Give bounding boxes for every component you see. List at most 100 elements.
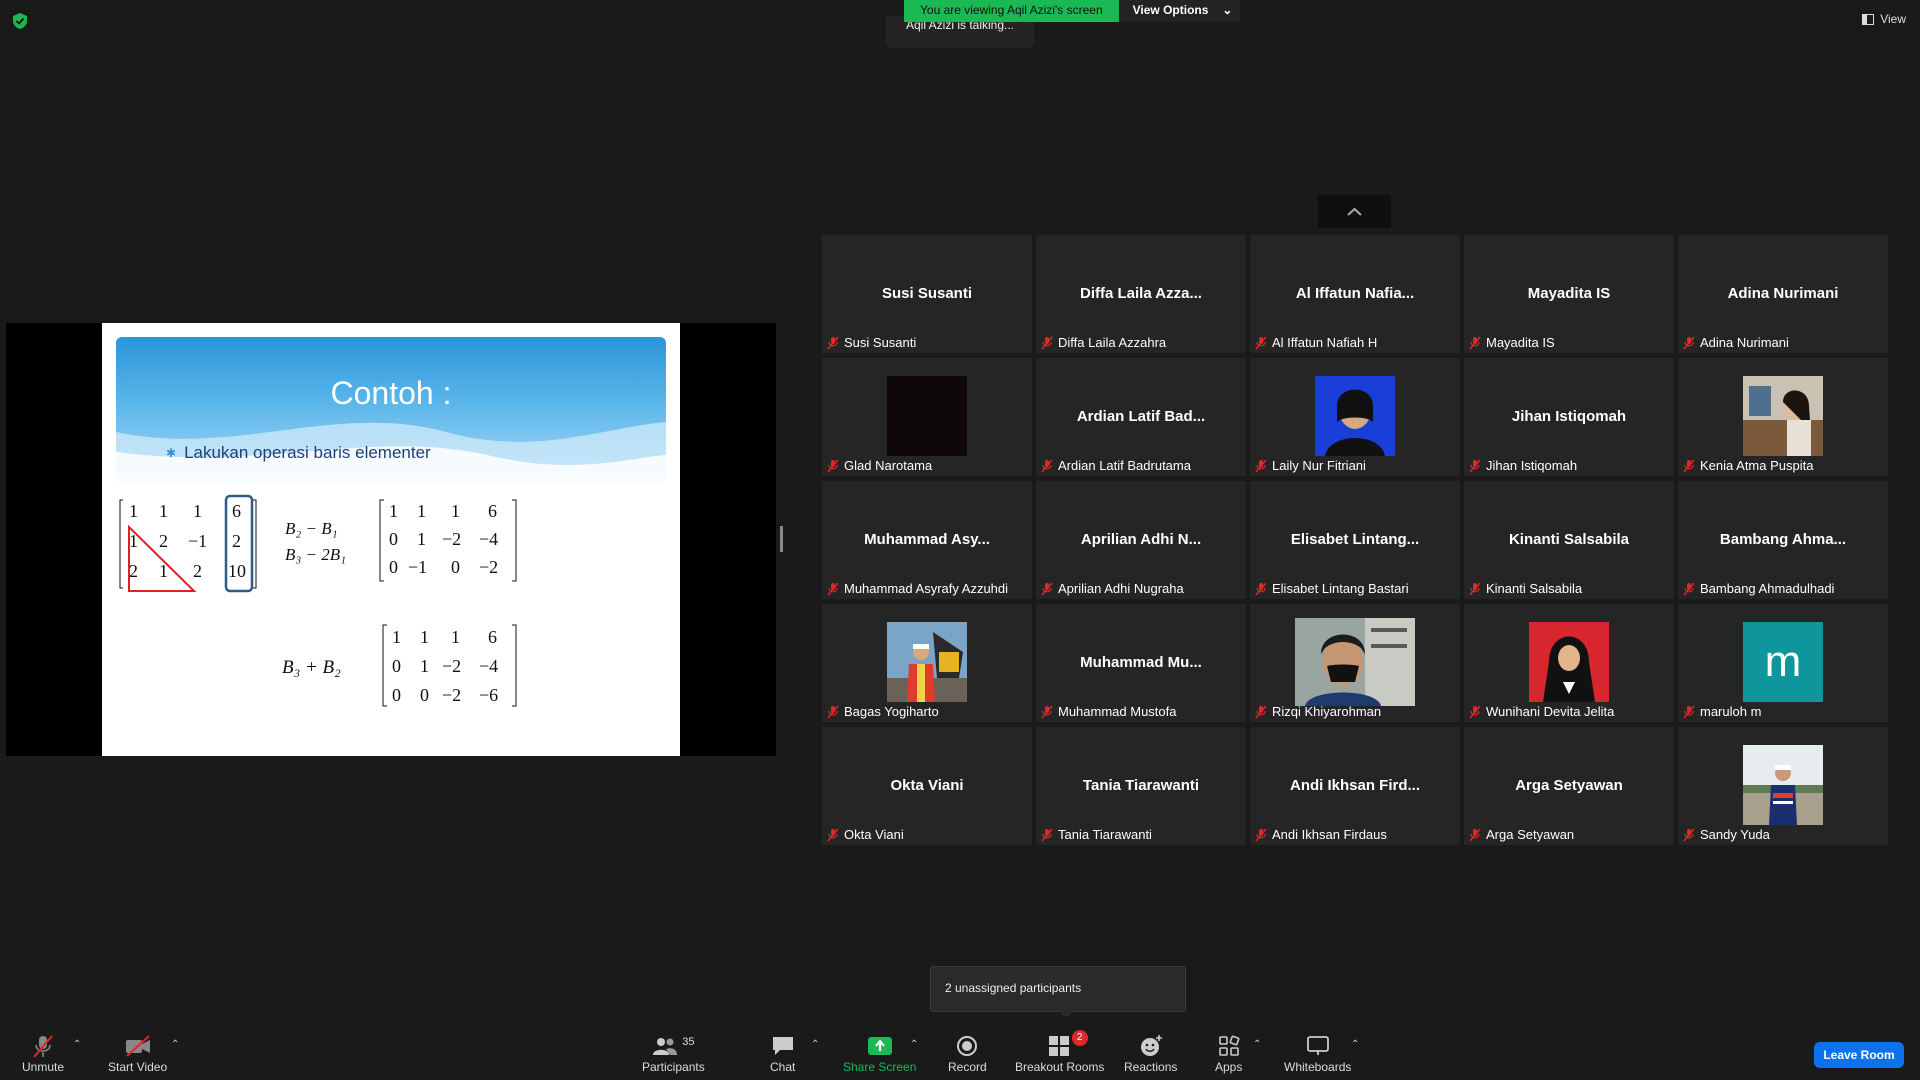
- participant-caption-name: Tania Tiarawanti: [1058, 827, 1152, 842]
- participant-tile[interactable]: Muhammad Asy... Muhammad Asyrafy Azzuhdi: [822, 481, 1032, 599]
- breakout-rooms-button[interactable]: 2 Breakout Rooms: [1015, 1030, 1105, 1074]
- muted-mic-icon: [1255, 828, 1267, 841]
- participants-button[interactable]: 35 Participants: [642, 1032, 705, 1074]
- svg-text:B₂ − B₁: B₂ − B₁: [285, 519, 338, 538]
- participant-caption-name: Rizqi Khiyarohman: [1272, 704, 1382, 719]
- audio-options-caret-icon[interactable]: ⌃: [73, 1039, 81, 1050]
- participant-tile[interactable]: Kinanti Salsabila Kinanti Salsabila: [1464, 481, 1674, 599]
- leave-room-button[interactable]: Leave Room: [1814, 1042, 1904, 1068]
- participant-caption: Muhammad Asyrafy Azzuhdi: [826, 581, 1008, 596]
- svg-text:0: 0: [451, 557, 460, 577]
- participant-tile[interactable]: Bambang Ahma... Bambang Ahmadulhadi: [1678, 481, 1888, 599]
- participant-tile[interactable]: Laily Nur Fitriani: [1250, 358, 1460, 476]
- grid-view-icon: [1862, 13, 1875, 25]
- participants-icon: [653, 1038, 678, 1055]
- muted-mic-icon: [1683, 336, 1695, 349]
- record-button[interactable]: Record: [948, 1032, 987, 1074]
- participant-caption: Muhammad Mustofa: [1040, 704, 1177, 719]
- unmute-button[interactable]: Unmute: [22, 1032, 64, 1074]
- participant-display-name: Elisabet Lintang...: [1290, 531, 1420, 548]
- participant-caption-name: Muhammad Mustofa: [1058, 704, 1177, 719]
- splitter-handle[interactable]: [780, 526, 783, 552]
- view-options-label: View Options: [1132, 3, 1209, 17]
- participant-tile[interactable]: Susi Susanti Susi Susanti: [822, 235, 1032, 353]
- breakout-rooms-icon: [1048, 1036, 1069, 1056]
- participant-caption-name: Wunihani Devita Jelita: [1486, 704, 1615, 719]
- view-options-button[interactable]: View Options ⌄: [1118, 0, 1241, 22]
- participant-tile[interactable]: Glad Narotama: [822, 358, 1032, 476]
- participant-caption: Sandy Yuda: [1682, 827, 1770, 842]
- participant-tile[interactable]: Ardian Latif Bad... Ardian Latif Badrutam…: [1036, 358, 1246, 476]
- participant-tile[interactable]: Okta Viani Okta Viani: [822, 727, 1032, 845]
- view-button-label: View: [1880, 12, 1906, 26]
- muted-mic-icon: [1683, 459, 1695, 472]
- svg-text:0: 0: [420, 685, 429, 705]
- share-options-caret-icon[interactable]: ⌃: [910, 1039, 918, 1050]
- participant-avatar: m: [1743, 622, 1823, 702]
- participant-tile[interactable]: Elisabet Lintang... Elisabet Lintang Bast…: [1250, 481, 1460, 599]
- participant-video: [1743, 376, 1823, 456]
- share-screen-button[interactable]: Share Screen: [843, 1032, 916, 1074]
- svg-text:6: 6: [232, 501, 241, 521]
- participant-caption-name: Kinanti Salsabila: [1486, 581, 1583, 596]
- reactions-button[interactable]: Reactions: [1124, 1032, 1177, 1074]
- participant-caption-name: maruloh m: [1700, 704, 1762, 719]
- participant-tile[interactable]: m maruloh m: [1678, 604, 1888, 722]
- gallery-page-up-button[interactable]: [1318, 195, 1391, 228]
- participant-tile[interactable]: Arga Setyawan Arga Setyawan: [1464, 727, 1674, 845]
- muted-mic-icon: [1255, 582, 1267, 595]
- participant-display-name: Aprilian Adhi N...: [1080, 531, 1202, 548]
- participant-tile[interactable]: Sandy Yuda: [1678, 727, 1888, 845]
- muted-mic-icon: [827, 582, 839, 595]
- participant-caption-name: Ardian Latif Badrutama: [1058, 458, 1191, 473]
- video-options-caret-icon[interactable]: ⌃: [171, 1039, 179, 1050]
- participant-display-name: Okta Viani: [890, 777, 964, 794]
- svg-text:−1: −1: [408, 557, 427, 577]
- participant-caption: Diffa Laila Azzahra: [1040, 335, 1166, 350]
- participant-tile[interactable]: Tania Tiarawanti Tania Tiarawanti: [1036, 727, 1246, 845]
- view-button[interactable]: View: [1862, 12, 1906, 26]
- whiteboards-button[interactable]: Whiteboards: [1284, 1032, 1351, 1074]
- participant-display-name: Bambang Ahma...: [1719, 531, 1847, 548]
- breakout-rooms-label: Breakout Rooms: [1015, 1060, 1105, 1074]
- participant-tile[interactable]: Muhammad Mu... Muhammad Mustofa: [1036, 604, 1246, 722]
- muted-mic-icon: [1683, 828, 1695, 841]
- participant-caption: Rizqi Khiyarohman: [1254, 704, 1381, 719]
- svg-text:1: 1: [129, 501, 138, 521]
- unassigned-tooltip-text: 2 unassigned participants: [945, 981, 1082, 995]
- participant-tile[interactable]: Mayadita IS Mayadita IS: [1464, 235, 1674, 353]
- svg-text:−2: −2: [442, 685, 461, 705]
- svg-text:0: 0: [392, 656, 401, 676]
- participant-caption: Kenia Atma Puspita: [1682, 458, 1813, 473]
- participant-tile[interactable]: Bagas Yogiharto: [822, 604, 1032, 722]
- participant-tile[interactable]: Aprilian Adhi N... Aprilian Adhi Nugraha: [1036, 481, 1246, 599]
- chat-options-caret-icon[interactable]: ⌃: [811, 1039, 819, 1050]
- record-icon: [957, 1036, 978, 1056]
- encryption-shield-icon[interactable]: [12, 12, 28, 30]
- participant-tile[interactable]: Wunihani Devita Jelita: [1464, 604, 1674, 722]
- participant-caption-name: Glad Narotama: [844, 458, 933, 473]
- participant-tile[interactable]: Jihan Istiqomah Jihan Istiqomah: [1464, 358, 1674, 476]
- participant-display-name: Muhammad Mu...: [1080, 654, 1202, 671]
- chat-button[interactable]: Chat: [770, 1032, 795, 1074]
- participant-caption: Kinanti Salsabila: [1468, 581, 1582, 596]
- participant-tile[interactable]: Adina Nurimani Adina Nurimani: [1678, 235, 1888, 353]
- apps-button[interactable]: Apps: [1215, 1032, 1242, 1074]
- participant-tile[interactable]: Rizqi Khiyarohman: [1250, 604, 1460, 722]
- participant-tile[interactable]: Al Iffatun Nafia... Al Iffatun Nafiah H: [1250, 235, 1460, 353]
- participant-tile[interactable]: Diffa Laila Azza... Diffa Laila Azzahra: [1036, 235, 1246, 353]
- participant-video: [1529, 622, 1609, 702]
- participant-caption-name: Adina Nurimani: [1700, 335, 1789, 350]
- participant-display-name: Susi Susanti: [881, 285, 973, 302]
- svg-text:1: 1: [420, 656, 429, 676]
- whiteboard-options-caret-icon[interactable]: ⌃: [1351, 1039, 1359, 1050]
- muted-mic-icon: [1255, 705, 1267, 718]
- apps-options-caret-icon[interactable]: ⌃: [1253, 1039, 1261, 1050]
- start-video-button[interactable]: Start Video: [108, 1032, 167, 1074]
- participant-tile[interactable]: Andi Ikhsan Fird... Andi Ikhsan Firdaus: [1250, 727, 1460, 845]
- chevron-up-icon: [1347, 207, 1362, 216]
- shared-screen[interactable]: Contoh : ✱ Lakukan operasi baris element…: [6, 323, 776, 756]
- participant-tile[interactable]: Kenia Atma Puspita: [1678, 358, 1888, 476]
- participant-caption: Mayadita IS: [1468, 335, 1555, 350]
- muted-mic-icon: [827, 336, 839, 349]
